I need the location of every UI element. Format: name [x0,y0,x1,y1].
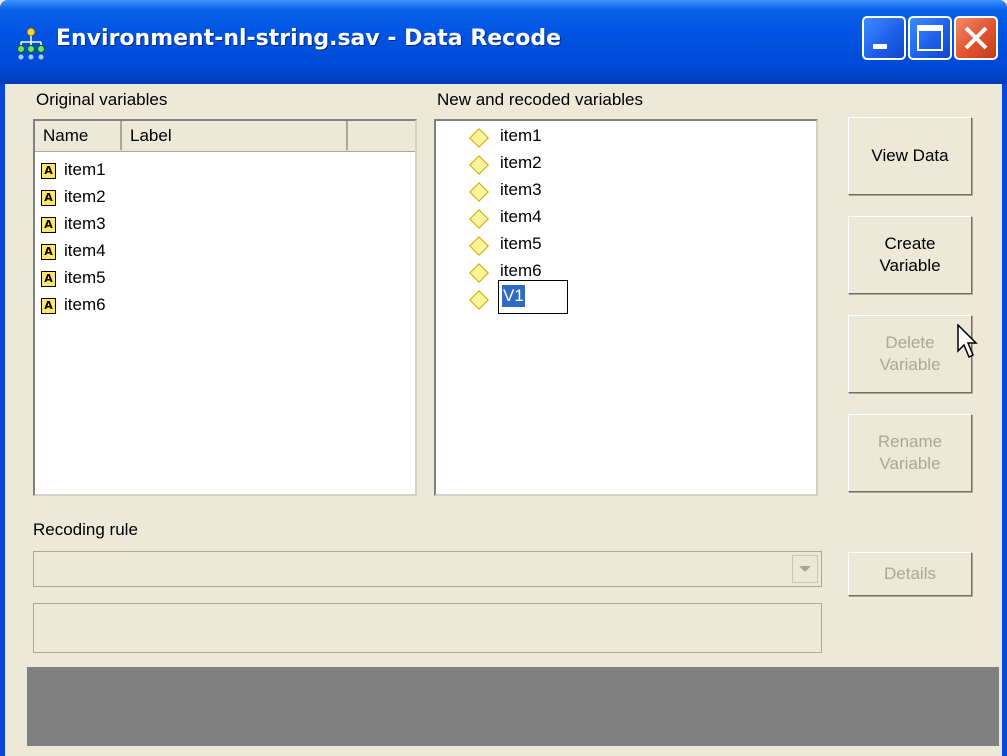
editor-selected-text[interactable]: V1 [502,285,525,307]
diamond-icon [469,155,489,175]
list-item[interactable]: Aitem6 [41,292,106,318]
string-variable-icon: A [41,162,56,179]
new-variables-list[interactable]: item1 item2 item3 item4 item5 item6 V1 [434,119,818,496]
list-item[interactable]: Aitem1 [41,157,106,183]
recoding-rule-label: Recoding rule [33,520,138,539]
window: Environment-nl-string.sav - Data Recode … [0,0,1007,756]
column-header-name[interactable]: Name [35,121,122,150]
delete-variable-button[interactable]: Delete Variable [848,315,972,393]
network-tree-icon [17,27,45,60]
column-header-label[interactable]: Label [122,121,348,150]
list-item[interactable]: item2 [500,150,542,176]
diamond-icon [469,290,489,310]
details-button[interactable]: Details [848,552,972,596]
string-variable-icon: A [41,189,56,206]
string-variable-icon: A [41,216,56,233]
close-icon [964,26,988,50]
list-item[interactable]: Aitem4 [41,238,106,264]
list-item[interactable]: item4 [500,204,542,230]
title-bar[interactable]: Environment-nl-string.sav - Data Recode [0,0,1007,84]
recoding-rule-description [33,603,822,653]
minimize-icon [873,44,887,49]
status-panel [27,667,999,746]
close-button[interactable] [954,16,998,60]
original-variables-label: Original variables [36,90,168,109]
new-variables-label: New and recoded variables [437,90,644,109]
create-variable-button[interactable]: Create Variable [848,216,972,294]
maximize-button[interactable] [908,16,952,60]
variable-name-editor[interactable]: V1 [498,280,568,314]
string-variable-icon: A [41,297,56,314]
list-item[interactable]: Aitem5 [41,265,106,291]
minimize-button[interactable] [862,16,906,60]
string-variable-icon: A [41,270,56,287]
list-header: Name Label [35,121,415,152]
diamond-icon [469,236,489,256]
list-item[interactable]: Aitem3 [41,211,106,237]
list-item[interactable]: Aitem2 [41,184,106,210]
original-variables-list[interactable]: Name Label Aitem1 Aitem2 Aitem3 Aitem4 A… [33,119,417,496]
list-item[interactable]: item3 [500,177,542,203]
mouse-pointer-icon [957,324,978,359]
maximize-icon [917,25,943,51]
diamond-icon [469,209,489,229]
dialog-body: Original variables Name Label Aitem1 Ait… [5,84,1002,756]
list-item[interactable]: item5 [500,231,542,257]
diamond-icon [469,263,489,283]
view-data-button[interactable]: View Data [848,117,972,195]
string-variable-icon: A [41,243,56,260]
window-title: Environment-nl-string.sav - Data Recode [56,26,562,51]
rename-variable-button[interactable]: Rename Variable [848,414,972,492]
diamond-icon [469,182,489,202]
dropdown-button[interactable] [792,555,818,583]
recoding-rule-select[interactable] [33,551,822,587]
chevron-down-icon [799,566,811,572]
list-item[interactable]: item1 [500,123,542,149]
diamond-icon [469,128,489,148]
